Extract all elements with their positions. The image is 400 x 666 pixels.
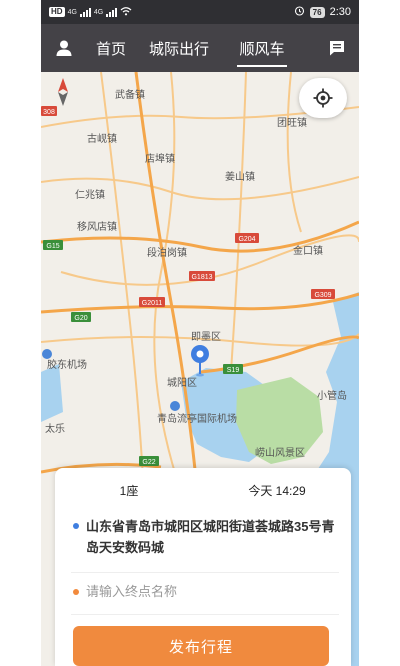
road-g22-label: G22 [142,459,155,466]
network-type-2: 4G [93,8,104,16]
wifi-icon [120,6,132,19]
battery-icon: 76 [309,6,325,18]
place-wubei: 武备镇 [115,88,145,101]
hd-badge: HD [49,7,65,17]
divider [71,572,339,573]
road-g15-label: G15 [46,243,59,250]
place-taile: 太乐 [45,422,65,435]
place-liuting-airport: 青岛流亭国际机场 [157,412,237,425]
start-address-row[interactable]: 山东省青岛市城阳区城阳街道荟城路35号青岛天安数码城 [73,516,343,558]
locate-button[interactable] [299,78,347,118]
locate-crosshair-icon [313,88,333,108]
place-laoshan: 崂山风景区 [255,447,305,459]
seat-count-selector[interactable]: 1座 [55,482,203,499]
signal-icon-2 [106,7,118,17]
start-dot-icon [73,523,79,529]
road-g309-label: G309 [314,292,331,299]
road-s19-label: S19 [227,367,240,374]
place-dianbu: 店埠镇 [145,152,175,165]
trip-options-row: 1座 今天 14:29 [55,468,351,512]
alarm-icon [294,5,305,19]
road-g20-label: G20 [74,315,87,322]
top-nav-bar: 首页 城际出行 顺风车 [41,24,359,72]
road-308-label: 308 [43,109,55,116]
signal-icon [79,7,91,17]
road-g204-label: G204 [238,236,255,243]
trip-panel: 1座 今天 14:29 山东省青岛市城阳区城阳街道荟城路35号青岛天安数码城 发… [55,468,351,666]
road-g2011-label: G2011 [142,300,163,307]
place-jinkou: 金口镇 [293,244,323,257]
place-chengyang: 城阳区 [167,377,197,389]
place-jiangshan: 姜山镇 [225,170,255,183]
tab-carpool[interactable]: 顺风车 [223,24,301,72]
user-icon[interactable] [41,24,87,72]
publish-trip-button[interactable]: 发布行程 [73,626,329,666]
place-jiaodong-airport: 胶东机场 [47,358,87,371]
place-yifengdian: 移风店镇 [77,220,117,233]
end-dot-icon [73,588,79,595]
place-renzhao: 仁兆镇 [75,188,105,201]
divider [71,614,339,615]
destination-input[interactable] [86,584,326,599]
place-jimo: 即墨区 [191,331,221,343]
departure-time-selector[interactable]: 今天 14:29 [203,482,351,499]
message-icon[interactable] [315,24,359,72]
destination-row[interactable] [73,584,333,599]
road-g1813-label: G1813 [191,274,212,281]
status-bar: HD 4G 4G 76 2:30 [41,0,359,24]
place-tuanwang: 团旺镇 [277,116,307,129]
map-lake [41,364,63,422]
place-duanbogang: 段泊岗镇 [147,246,187,259]
place-guxian: 古岘镇 [87,132,117,145]
start-address: 山东省青岛市城阳区城阳街道荟城路35号青岛天安数码城 [86,519,335,555]
clock-time: 2:30 [329,6,351,18]
place-xiaoguandao: 小管岛 [317,389,347,402]
phone-screen: HD 4G 4G 76 2:30 首页 城际出行 顺风车 308 G204 G1… [41,0,359,666]
tab-home[interactable]: 首页 [87,24,135,72]
tab-intercity[interactable]: 城际出行 [135,24,223,72]
network-type-1: 4G [67,8,77,16]
